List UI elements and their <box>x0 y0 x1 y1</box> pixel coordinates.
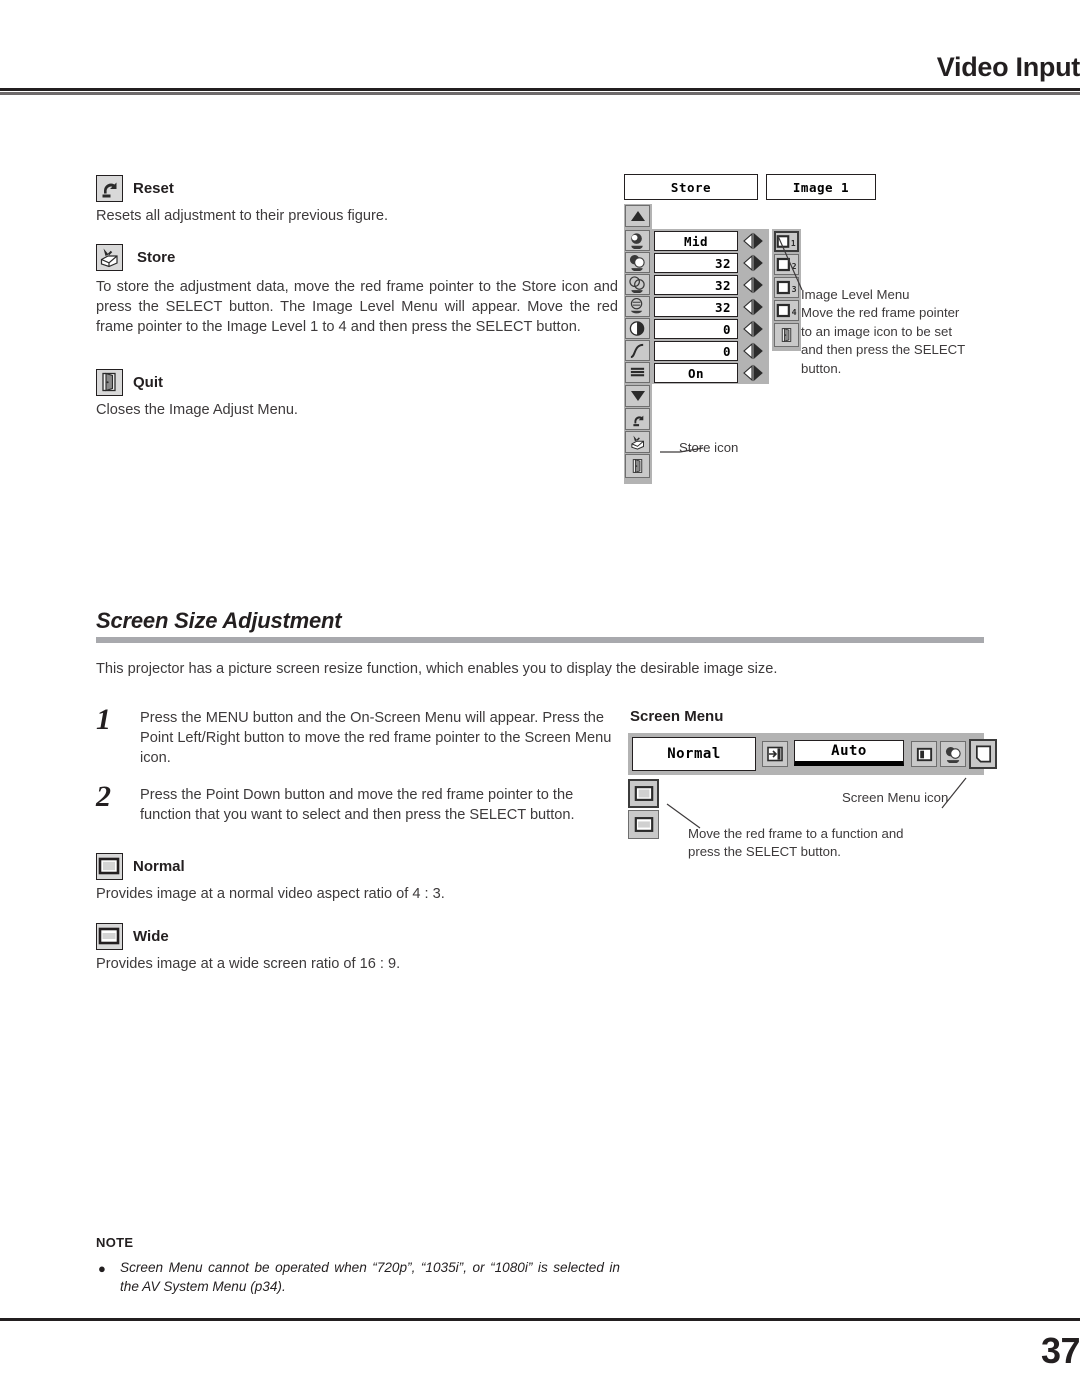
screen-menu-icon-annotation: Screen Menu icon <box>842 790 949 805</box>
quit-heading: Quit <box>96 369 163 396</box>
normal-label: Normal <box>133 858 185 875</box>
note-text: Screen Menu cannot be operated when “720… <box>120 1260 620 1294</box>
page-header-title: Video Input <box>936 52 1080 82</box>
store-label: Store <box>137 249 176 266</box>
store-description: To store the adjustment data, move the r… <box>96 279 618 335</box>
footer-rule <box>0 1318 1080 1321</box>
note-bullet-icon: ● <box>98 1261 106 1276</box>
normal-screen-icon <box>96 853 123 880</box>
page-number: 37 <box>1040 1330 1080 1371</box>
reset-icon <box>96 175 123 202</box>
normal-description: Provides image at a normal video aspect … <box>96 886 445 902</box>
reset-heading: Reset <box>96 175 174 202</box>
step-1-text: Press the MENU button and the On-Screen … <box>140 710 612 766</box>
wide-heading: Wide <box>96 923 169 950</box>
image-level-menu-annotation: Image Level Menu Move the red frame poin… <box>801 287 966 376</box>
screen-menu-caption: Screen Menu <box>630 708 724 725</box>
reset-label: Reset <box>133 180 174 197</box>
step-1-number: 1 <box>96 703 111 736</box>
section-title: Screen Size Adjustment <box>96 608 342 633</box>
normal-heading: Normal <box>96 853 185 880</box>
wide-description: Provides image at a wide screen ratio of… <box>96 956 401 972</box>
step-2-number: 2 <box>96 780 111 813</box>
wide-screen-icon <box>96 923 123 950</box>
store-heading: Store <box>96 244 175 271</box>
note-label: NOTE <box>96 1235 134 1250</box>
store-icon <box>96 244 123 271</box>
quit-label: Quit <box>133 374 163 391</box>
step-2-text: Press the Point Down button and move the… <box>140 787 575 823</box>
reset-description: Resets all adjustment to their previous … <box>96 208 389 224</box>
section-rule <box>96 637 984 643</box>
quit-description: Closes the Image Adjust Menu. <box>96 402 298 418</box>
header-rule <box>0 88 1080 95</box>
wide-label: Wide <box>133 928 169 945</box>
store-icon-annotation: Store icon <box>679 440 739 455</box>
section-intro: This projector has a picture screen resi… <box>96 661 778 677</box>
move-frame-annotation: Move the red frame to a function and pre… <box>688 826 904 860</box>
quit-door-icon <box>96 369 123 396</box>
